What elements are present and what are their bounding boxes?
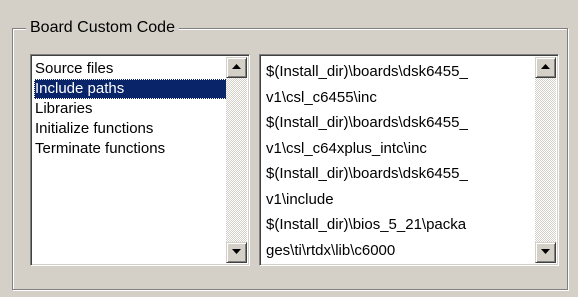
scroll-down-button[interactable] xyxy=(535,242,556,263)
list-item[interactable]: Terminate functions xyxy=(34,139,227,159)
category-items: Source files Include paths Libraries Ini… xyxy=(34,59,227,159)
triangle-down-icon xyxy=(541,249,550,254)
path-line: $(Install_dir)\boards\dsk6455_ xyxy=(266,165,468,182)
triangle-up-icon xyxy=(541,64,550,69)
scroll-up-button[interactable] xyxy=(535,57,556,78)
list-item[interactable]: Source files xyxy=(34,59,227,79)
list-item[interactable]: Include paths xyxy=(34,79,227,99)
include-paths-text: $(Install_dir)\boards\dsk6455_ v1\csl_c6… xyxy=(266,59,534,263)
scroll-up-button[interactable] xyxy=(226,57,247,78)
list-item[interactable]: Libraries xyxy=(34,99,227,119)
triangle-down-icon xyxy=(232,249,241,254)
list-item[interactable]: Initialize functions xyxy=(34,119,227,139)
scroll-down-button[interactable] xyxy=(226,242,247,263)
path-line: v1\csl_c64xplus_intc\inc xyxy=(266,139,427,157)
include-paths-textbox[interactable]: $(Install_dir)\boards\dsk6455_ v1\csl_c6… xyxy=(259,54,559,266)
group-title: Board Custom Code xyxy=(26,18,179,38)
path-line: v1\csl_c6455\inc xyxy=(266,88,377,106)
paths-scrollbar[interactable] xyxy=(535,57,556,263)
path-line: ges\ti\rtdx\lib\c6000 xyxy=(266,241,396,259)
category-scrollbar[interactable] xyxy=(226,57,247,263)
path-line: $(Install_dir)\boards\dsk6455_ xyxy=(266,63,468,80)
path-line: $(Install_dir)\boards\dsk6455_ xyxy=(266,114,468,131)
path-line: $(Install_dir)\bios_5_21\packa xyxy=(266,216,467,233)
path-line: v1\include xyxy=(266,190,334,208)
triangle-up-icon xyxy=(232,64,241,69)
category-listbox[interactable]: Source files Include paths Libraries Ini… xyxy=(30,54,250,266)
